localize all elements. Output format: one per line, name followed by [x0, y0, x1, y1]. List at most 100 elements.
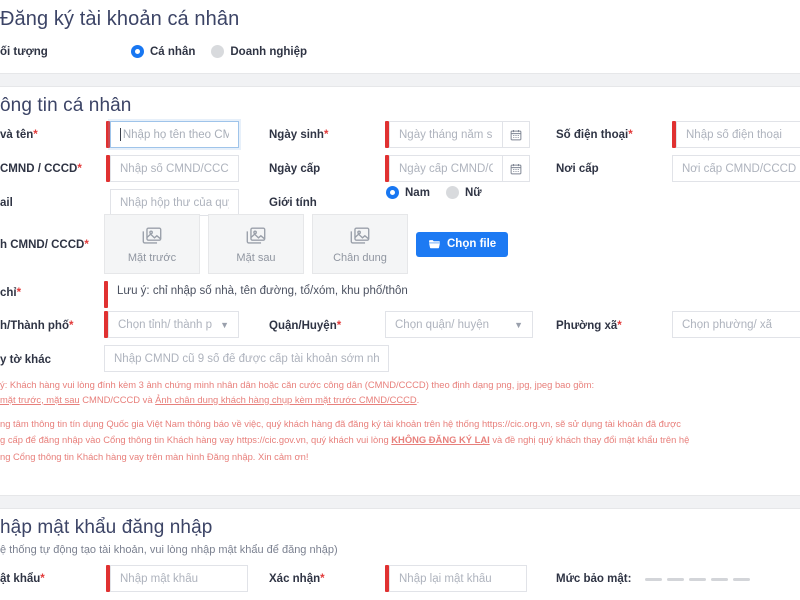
subject-radio-group[interactable]: Cá nhân Doanh nghiệp: [131, 45, 307, 58]
label-photos: h CMND/ CCCD*: [0, 239, 89, 251]
input-birthdate[interactable]: Ngày tháng năm s: [385, 121, 530, 148]
input-password[interactable]: Nhập mật khẩu: [106, 565, 248, 592]
required-mark: *: [617, 320, 622, 332]
required-mark: *: [336, 320, 342, 332]
announcement-line-3: ng Cổng thông tin Khách hàng vay trên mà…: [0, 450, 309, 462]
calendar-icon[interactable]: [503, 155, 530, 182]
input-idnumber[interactable]: Nhập số CMND/CCCD: [106, 155, 239, 182]
otherdoc-field[interactable]: Nhập CMND cũ 9 số để được cấp tài khoản …: [104, 345, 389, 372]
idnumber-field[interactable]: Nhập số CMND/CCCD: [110, 155, 239, 182]
password-field[interactable]: Nhập mật khẩu: [110, 565, 248, 592]
radio-nam[interactable]: Nam: [386, 186, 430, 199]
section-divider-2: [0, 495, 800, 509]
label-issueplace: Nơi cấp: [556, 163, 599, 175]
upload-tile-back[interactable]: Mặt sau: [208, 214, 304, 274]
password-strength-meter: [645, 578, 750, 581]
notice-line-1: ý: Khách hàng vui lòng đính kèm 3 ảnh ch…: [0, 379, 595, 390]
label-birthdate: Ngày sinh*: [269, 129, 329, 141]
chevron-down-icon[interactable]: ▼: [506, 320, 523, 330]
header-section: Đăng ký tài khoản cá nhân ối tượng Cá nh…: [0, 0, 800, 58]
label-strength: Mức bảo mật:: [556, 573, 632, 585]
strength-segment: [733, 578, 750, 581]
input-confirm-password[interactable]: Nhập lại mật khẩu: [385, 565, 527, 592]
input-issueplace[interactable]: Nơi cấp CMND/CCCD: [672, 155, 800, 182]
ward-field[interactable]: Chọn phường/ xã: [672, 311, 800, 338]
strength-segment: [645, 578, 662, 581]
required-mark: *: [16, 287, 22, 299]
image-icon: [349, 225, 371, 247]
confirm-password-field[interactable]: Nhập lại mật khẩu: [389, 565, 527, 592]
strength-segment: [667, 578, 684, 581]
input-phone[interactable]: Nhập số điện thoại: [672, 121, 800, 148]
radio-nu[interactable]: Nữ: [445, 186, 482, 199]
cic-org-link[interactable]: https://cic.org.vn: [482, 418, 550, 429]
select-ward[interactable]: Chọn phường/ xã: [672, 311, 800, 338]
text-caret: [120, 128, 121, 141]
fullname-field[interactable]: Nhập họ tên theo CMND: [110, 121, 239, 148]
subject-label: ối tượng: [0, 46, 48, 58]
required-mark: *: [84, 239, 89, 251]
label-ward: Phường xã*: [556, 320, 622, 332]
announcement-line-2: g cấp để đăng nhập vào Cổng thông tin Kh…: [0, 434, 690, 446]
input-issuedate[interactable]: Ngày cấp CMND/C: [385, 155, 530, 182]
radio-dot[interactable]: [211, 45, 225, 58]
radio-dot-selected[interactable]: [131, 45, 144, 58]
label-gender: Giới tính: [269, 197, 317, 209]
input-email[interactable]: Nhập hộp thư của quý kh: [110, 189, 239, 216]
personal-info-title: ông tin cá nhân: [0, 95, 132, 116]
section-divider-1: [0, 73, 800, 87]
required-mark: *: [40, 573, 45, 585]
calendar-icon[interactable]: [503, 121, 530, 148]
label-password: ật khẩu*: [0, 573, 45, 585]
radio-dot-selected[interactable]: [386, 186, 399, 199]
cic-announcement: ng tâm thông tin tín dụng Quốc gia Việt …: [0, 416, 800, 465]
label-district: Quận/Huyện*: [269, 320, 342, 332]
notice-line-2: mặt trước, mặt sau CMND/CCCD và Ảnh chân…: [0, 393, 420, 405]
label-confirm-password: Xác nhận*: [269, 573, 325, 585]
label-fullname: và tên*: [0, 129, 38, 141]
image-icon: [245, 225, 267, 247]
upload-tile-portrait[interactable]: Chân dung: [312, 214, 408, 274]
input-otherdoc[interactable]: Nhập CMND cũ 9 số để được cấp tài khoản …: [104, 345, 389, 372]
label-otherdoc: y tờ khác: [0, 354, 52, 366]
image-icon: [141, 225, 163, 247]
radio-ca-nhan[interactable]: Cá nhân: [131, 45, 195, 58]
password-section-title: hập mật khẩu đăng nhập: [0, 517, 213, 538]
folder-icon: [428, 238, 441, 251]
label-email: ail: [0, 197, 13, 209]
radio-doanh-nghiep[interactable]: Doanh nghiệp: [211, 45, 307, 58]
upload-tiles: Mặt trước Mặt sau Chân dung Chọn file: [104, 214, 509, 274]
birthdate-field[interactable]: Ngày tháng năm s: [389, 121, 503, 148]
chevron-down-icon[interactable]: ▼: [212, 320, 229, 330]
issuedate-field[interactable]: Ngày cấp CMND/C: [389, 155, 503, 182]
address-note-row: Lưu ý: chỉ nhập số nhà, tên đường, tổ/xó…: [104, 281, 424, 308]
page-title: Đăng ký tài khoản cá nhân: [0, 8, 240, 30]
choose-file-button[interactable]: Chọn file: [416, 231, 509, 257]
district-field[interactable]: Chọn quận/ huyện ▼: [385, 311, 533, 338]
required-mark: *: [320, 573, 325, 585]
input-fullname[interactable]: Nhập họ tên theo CMND: [106, 121, 239, 148]
phone-field[interactable]: Nhập số điện thoại: [676, 121, 800, 148]
label-phone: Số điện thoại*: [556, 129, 633, 141]
strength-segment: [689, 578, 706, 581]
label-address: chỉ*: [0, 287, 22, 299]
strength-segment: [711, 578, 728, 581]
select-district[interactable]: Chọn quận/ huyện ▼: [385, 311, 533, 338]
required-mark: *: [628, 129, 633, 141]
select-province[interactable]: Chọn tỉnh/ thành phố ▼: [104, 311, 239, 338]
label-issuedate: Ngày cấp: [269, 163, 321, 175]
address-note: Lưu ý: chỉ nhập số nhà, tên đường, tổ/xó…: [117, 285, 408, 297]
cic-gov-link[interactable]: https://cic.gov.vn: [237, 434, 306, 445]
issueplace-field[interactable]: Nơi cấp CMND/CCCD: [672, 155, 800, 182]
gender-radio-group[interactable]: Nam Nữ: [386, 186, 482, 199]
email-field[interactable]: Nhập hộp thư của quý kh: [110, 189, 239, 216]
registration-page: Đăng ký tài khoản cá nhân ối tượng Cá nh…: [0, 0, 800, 600]
required-mark: *: [77, 163, 82, 175]
radio-dot[interactable]: [445, 186, 459, 199]
province-field[interactable]: Chọn tỉnh/ thành phố ▼: [108, 311, 239, 338]
required-mark: *: [323, 129, 329, 141]
required-mark: *: [68, 320, 74, 332]
upload-tile-front[interactable]: Mặt trước: [104, 214, 200, 274]
attachment-notice: ý: Khách hàng vui lòng đính kèm 3 ảnh ch…: [0, 378, 800, 407]
required-mark: *: [33, 129, 38, 141]
